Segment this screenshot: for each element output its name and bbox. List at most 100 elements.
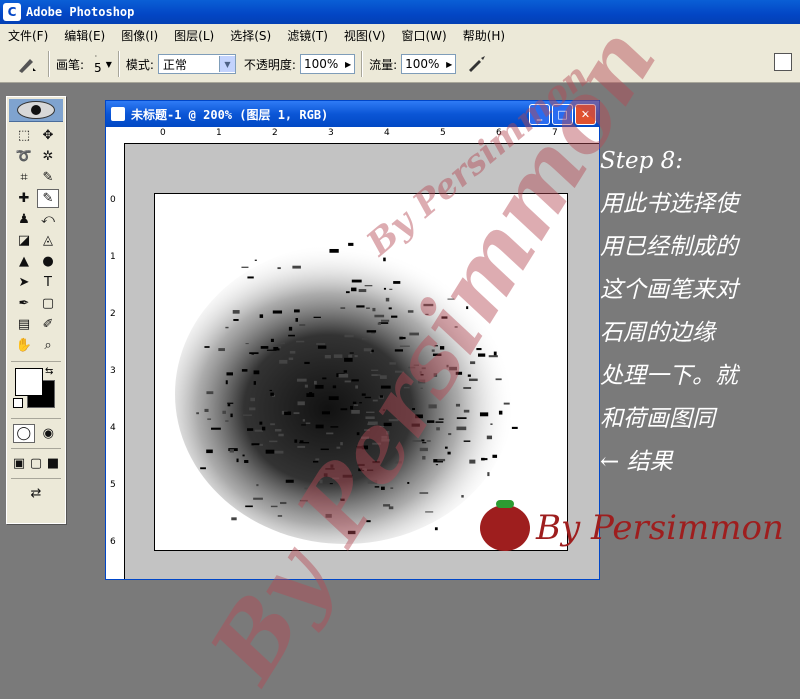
ruler-label: 6 [496, 128, 502, 138]
ruler-label: 7 [552, 128, 558, 138]
hand-tool-icon[interactable]: ✋ [13, 336, 35, 355]
shape-tool-icon[interactable]: ▢ [37, 294, 59, 313]
palette-well-icon[interactable] [774, 53, 792, 71]
menu-item[interactable]: 图像(I) [113, 27, 166, 44]
paint-bucket-tool-icon[interactable]: ◬ [37, 231, 59, 250]
full-screen-menu-mode-icon[interactable]: ▢ [28, 454, 44, 473]
lasso-tool-icon[interactable]: ➰ [13, 147, 35, 166]
menu-item[interactable]: 视图(V) [336, 27, 394, 44]
brush-dropdown-icon[interactable]: ▼ [106, 60, 112, 69]
opacity-label: 不透明度: [243, 57, 296, 72]
close-button[interactable]: ✕ [575, 103, 596, 125]
blur-tool-icon[interactable]: ▲ [13, 252, 35, 271]
standard-screen-mode-icon[interactable]: ▣ [11, 454, 27, 473]
type-tool-icon[interactable]: T [37, 273, 59, 292]
opacity-value: 100% [303, 57, 339, 71]
document-titlebar[interactable]: 未标题-1 @ 200% (图层 1, RGB) _ □ ✕ [106, 101, 599, 127]
chevron-right-icon[interactable]: ▶ [446, 60, 455, 69]
healing-brush-tool-icon[interactable]: ✚ [13, 189, 35, 208]
swap-colors-icon[interactable]: ⇆ [45, 366, 53, 377]
zoom-tool-icon[interactable]: ⌕ [37, 336, 59, 355]
ruler-label: 0 [160, 128, 166, 138]
menu-item[interactable]: 滤镜(T) [279, 27, 336, 44]
brush-label: 画笔: [56, 57, 85, 72]
persimmon-icon [480, 500, 530, 551]
ruler-label: 6 [110, 537, 116, 547]
menubar: 文件(F) 编辑(E) 图像(I) 图层(L) 选择(S) 滤镜(T) 视图(V) 窗口(W)… [0, 24, 800, 47]
move-tool-icon[interactable]: ✥ [37, 126, 59, 145]
brush-preset-icon [19, 59, 36, 73]
toolbox-header[interactable] [9, 99, 63, 122]
pen-tool-icon[interactable]: ✒ [13, 294, 35, 313]
ruler-label: 0 [110, 195, 116, 205]
ruler-label: 2 [110, 309, 116, 319]
slice-tool-icon[interactable]: ✎ [37, 168, 59, 187]
signature-text: By Persimmon [536, 508, 784, 548]
toolbox-divider [11, 418, 61, 419]
ruler-label: 1 [110, 252, 116, 262]
jump-to-imageready-button[interactable]: ⇄ [7, 481, 65, 506]
quick-mask-mode-icon[interactable]: ◉ [38, 424, 59, 443]
color-swatches: ⇆ [13, 366, 59, 414]
adobe-eye-logo-icon [17, 101, 55, 119]
opacity-field[interactable]: 100% ▶ [299, 54, 356, 74]
menu-item[interactable]: 编辑(E) [56, 27, 113, 44]
menu-item[interactable]: 文件(F) [0, 27, 56, 44]
history-brush-tool-icon[interactable]: ⤺ [37, 210, 59, 229]
note-line: 和荷画图同 [600, 406, 715, 432]
minimize-button[interactable]: _ [529, 103, 550, 125]
chevron-down-icon: ▼ [218, 56, 235, 72]
options-divider [48, 51, 50, 77]
ruler-origin[interactable] [106, 127, 125, 144]
image-canvas[interactable] [154, 193, 568, 551]
vertical-ruler[interactable]: 0 1 2 3 4 5 6 [106, 143, 125, 579]
brush-tool-icon[interactable]: ✎ [37, 189, 59, 208]
magic-wand-tool-icon[interactable]: ✲ [37, 147, 59, 166]
flow-label: 流量: [369, 57, 398, 72]
tool-preset-picker[interactable] [12, 51, 42, 77]
window-controls: _ □ ✕ [529, 103, 596, 125]
options-bar: 画笔: · 5 ▼ 模式: 正常 ▼ 不透明度: 100% ▶ 流量: 100%… [0, 46, 800, 83]
ruler-label: 3 [110, 366, 116, 376]
tool-grid: ⬚ ✥ ➰ ✲ ⌗ ✎ ✚ ✎ ♟ ⤺ ◪ ◬ ▲ ● ➤ T ✒ ▢ ▤ ✐ ✋ ⌕ [7, 122, 65, 359]
airbrush-icon[interactable] [466, 54, 488, 74]
menu-item[interactable]: 图层(L) [166, 27, 222, 44]
menu-item[interactable]: 帮助(H) [455, 27, 513, 44]
tutorial-notes: Step 8: 用此书选择使 用已经制成的 这个画笔来对 石周的边缘 处理一下。就 和荷画图… [600, 140, 800, 484]
brush-dot-icon: · [94, 52, 98, 61]
ruler-label: 3 [328, 128, 334, 138]
dodge-tool-icon[interactable]: ● [37, 252, 59, 271]
full-screen-mode-icon[interactable]: ■ [45, 454, 61, 473]
note-line: ← 结果 [600, 449, 673, 475]
path-selection-tool-icon[interactable]: ➤ [13, 273, 35, 292]
marquee-tool-icon[interactable]: ⬚ [13, 126, 35, 145]
mode-value: 正常 [162, 57, 187, 72]
mask-mode-buttons: ◯ ◉ [7, 421, 65, 446]
note-line: 处理一下。就 [600, 363, 738, 389]
ink-texture-image [155, 194, 567, 550]
screen-mode-buttons: ▣ ▢ ■ [7, 451, 65, 476]
eyedropper-tool-icon[interactable]: ✐ [37, 315, 59, 334]
foreground-color-swatch[interactable] [15, 368, 43, 396]
crop-tool-icon[interactable]: ⌗ [13, 168, 35, 187]
clone-stamp-tool-icon[interactable]: ♟ [13, 210, 35, 229]
toolbox-divider [11, 361, 61, 362]
options-divider [361, 51, 364, 77]
menu-item[interactable]: 选择(S) [222, 27, 279, 44]
default-colors-icon[interactable] [13, 398, 23, 408]
ruler-label: 4 [384, 128, 390, 138]
notes-tool-icon[interactable]: ▤ [13, 315, 35, 334]
chevron-right-icon[interactable]: ▶ [345, 60, 354, 69]
app-title: Adobe Photoshop [26, 5, 135, 19]
standard-mode-icon[interactable]: ◯ [13, 424, 35, 443]
mode-select[interactable]: 正常 ▼ [157, 54, 236, 74]
menu-item[interactable]: 窗口(W) [393, 27, 454, 44]
toolbox-divider [11, 448, 61, 449]
maximize-button[interactable]: □ [552, 103, 573, 125]
note-line: 用已经制成的 [600, 234, 738, 260]
flow-field[interactable]: 100% ▶ [401, 54, 457, 74]
horizontal-ruler[interactable]: 0 1 2 3 4 5 6 7 [124, 127, 599, 144]
app-titlebar: C Adobe Photoshop [0, 0, 800, 24]
eraser-tool-icon[interactable]: ◪ [13, 231, 35, 250]
brush-size-picker[interactable]: · 5 [90, 52, 102, 76]
